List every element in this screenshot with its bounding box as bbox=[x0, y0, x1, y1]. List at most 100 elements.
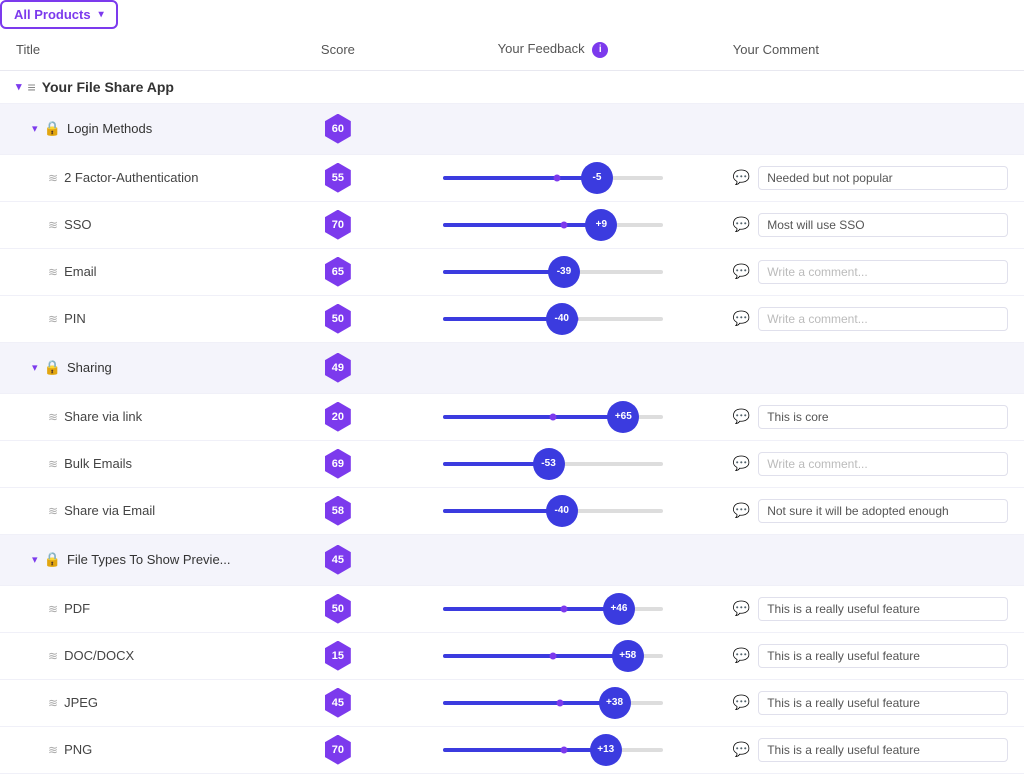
feedback-table: Title Score Your Feedback i Your Comment… bbox=[0, 29, 1024, 774]
slider-thumb[interactable]: +38 bbox=[599, 687, 631, 719]
slider-container[interactable]: -53 bbox=[405, 450, 701, 478]
group-title: ▾ 🔒 Login Methods bbox=[16, 120, 271, 137]
slider-fill bbox=[443, 509, 562, 513]
item-name: DOC/DOCX bbox=[64, 648, 134, 663]
item-title: ≋ Share via link bbox=[16, 409, 271, 424]
layers-icon: ≋ bbox=[48, 171, 58, 185]
comment-input[interactable]: Write a comment... bbox=[758, 452, 1008, 476]
slider-thumb[interactable]: +58 bbox=[612, 640, 644, 672]
comment-wrapper: 💬 Most will use SSO bbox=[733, 213, 1008, 237]
slider-fill bbox=[443, 176, 597, 180]
layers-icon: ≋ bbox=[48, 457, 58, 471]
comment-icon: 💬 bbox=[733, 169, 750, 186]
score-cell: 15 bbox=[287, 632, 389, 679]
expand-icon[interactable]: ▾ bbox=[32, 122, 38, 135]
comment-cell: 💬 This is a really useful feature bbox=[717, 632, 1024, 679]
group-name: Login Methods bbox=[67, 121, 152, 136]
score-badge: 45 bbox=[323, 545, 353, 575]
item-name: JPEG bbox=[64, 695, 98, 710]
slider-container[interactable]: -40 bbox=[405, 305, 701, 333]
comment-input[interactable]: This is core bbox=[758, 405, 1008, 429]
item-name: Bulk Emails bbox=[64, 456, 132, 471]
slider-fill bbox=[443, 654, 628, 658]
slider-container[interactable]: +38 bbox=[405, 689, 701, 717]
comment-input[interactable]: Needed but not popular bbox=[758, 166, 1008, 190]
layers-icon: ≋ bbox=[48, 504, 58, 518]
col-comment-header: Your Comment bbox=[717, 29, 1024, 70]
comment-wrapper: 💬 Not sure it will be adopted enough bbox=[733, 499, 1008, 523]
slider-fill bbox=[443, 701, 615, 705]
slider-thumb[interactable]: +13 bbox=[590, 734, 622, 766]
slider-dot bbox=[549, 413, 556, 420]
slider-thumb[interactable]: +9 bbox=[585, 209, 617, 241]
score-badge: 20 bbox=[323, 402, 353, 432]
comment-cell: 💬 Write a comment... bbox=[717, 248, 1024, 295]
slider-thumb[interactable]: +46 bbox=[603, 593, 635, 625]
group-title: ▾ 🔒 File Types To Show Previe... bbox=[16, 551, 271, 568]
slider-track: -39 bbox=[443, 270, 663, 274]
comment-cell: 💬 This is a really useful feature bbox=[717, 726, 1024, 773]
comment-input[interactable]: This is a really useful feature bbox=[758, 644, 1008, 668]
comment-input[interactable]: This is a really useful feature bbox=[758, 738, 1008, 762]
comment-cell: 💬 This is a really useful feature bbox=[717, 679, 1024, 726]
comment-icon: 💬 bbox=[733, 310, 750, 327]
product-dropdown[interactable]: All Products ▾ bbox=[0, 0, 118, 29]
app-title: ▾ ≡ Your File Share App bbox=[16, 79, 1008, 95]
comment-icon: 💬 bbox=[733, 263, 750, 280]
score-cell: 50 bbox=[287, 295, 389, 342]
comment-cell: 💬 Not sure it will be adopted enough bbox=[717, 487, 1024, 534]
score-cell: 45 bbox=[287, 679, 389, 726]
slider-container[interactable]: -39 bbox=[405, 258, 701, 286]
comment-wrapper: 💬 Write a comment... bbox=[733, 307, 1008, 331]
comment-input[interactable]: This is a really useful feature bbox=[758, 691, 1008, 715]
group-row: ▾ 🔒 Login Methods 60 bbox=[0, 103, 1024, 154]
comment-input[interactable]: This is a really useful feature bbox=[758, 597, 1008, 621]
feedback-info-icon[interactable]: i bbox=[592, 42, 608, 58]
comment-cell: 💬 This is a really useful feature bbox=[717, 585, 1024, 632]
slider-thumb[interactable]: -40 bbox=[546, 495, 578, 527]
score-cell: 65 bbox=[287, 248, 389, 295]
item-name: PIN bbox=[64, 311, 86, 326]
comment-icon: 💬 bbox=[733, 455, 750, 472]
slider-thumb[interactable]: -5 bbox=[581, 162, 613, 194]
app-row: ▾ ≡ Your File Share App bbox=[0, 70, 1024, 103]
group-name: Sharing bbox=[67, 360, 112, 375]
slider-thumb[interactable]: +65 bbox=[607, 401, 639, 433]
comment-input[interactable]: Not sure it will be adopted enough bbox=[758, 499, 1008, 523]
comment-icon: 💬 bbox=[733, 502, 750, 519]
comment-wrapper: 💬 Write a comment... bbox=[733, 260, 1008, 284]
slider-container[interactable]: +65 bbox=[405, 403, 701, 431]
item-name: 2 Factor-Authentication bbox=[64, 170, 198, 185]
slider-container[interactable]: -5 bbox=[405, 164, 701, 192]
comment-wrapper: 💬 Needed but not popular bbox=[733, 166, 1008, 190]
slider-fill bbox=[443, 270, 564, 274]
expand-icon[interactable]: ▾ bbox=[32, 553, 38, 566]
slider-container[interactable]: +46 bbox=[405, 595, 701, 623]
expand-icon[interactable]: ▾ bbox=[32, 361, 38, 374]
comment-input[interactable]: Most will use SSO bbox=[758, 213, 1008, 237]
dropdown-label: All Products bbox=[14, 7, 91, 22]
slider-container[interactable]: +58 bbox=[405, 642, 701, 670]
feedback-cell: -39 bbox=[389, 248, 717, 295]
comment-input[interactable]: Write a comment... bbox=[758, 260, 1008, 284]
slider-container[interactable]: +13 bbox=[405, 736, 701, 764]
expand-icon[interactable]: ▾ bbox=[16, 80, 22, 93]
score-badge: 55 bbox=[323, 163, 353, 193]
slider-thumb[interactable]: -40 bbox=[546, 303, 578, 335]
item-title: ≋ PDF bbox=[16, 601, 271, 616]
slider-container[interactable]: -40 bbox=[405, 497, 701, 525]
slider-thumb[interactable]: -53 bbox=[533, 448, 565, 480]
slider-dot bbox=[560, 221, 567, 228]
score-badge: 50 bbox=[323, 594, 353, 624]
slider-container[interactable]: +9 bbox=[405, 211, 701, 239]
feedback-cell: +46 bbox=[389, 585, 717, 632]
col-feedback-header: Your Feedback i bbox=[389, 29, 717, 70]
item-title: ≋ SSO bbox=[16, 217, 271, 232]
comment-input[interactable]: Write a comment... bbox=[758, 307, 1008, 331]
score-badge: 58 bbox=[323, 496, 353, 526]
comment-icon: 💬 bbox=[733, 600, 750, 617]
comment-cell: 💬 This is core bbox=[717, 393, 1024, 440]
lock-icon: 🔒 bbox=[44, 359, 61, 376]
slider-track: -40 bbox=[443, 509, 663, 513]
slider-thumb[interactable]: -39 bbox=[548, 256, 580, 288]
